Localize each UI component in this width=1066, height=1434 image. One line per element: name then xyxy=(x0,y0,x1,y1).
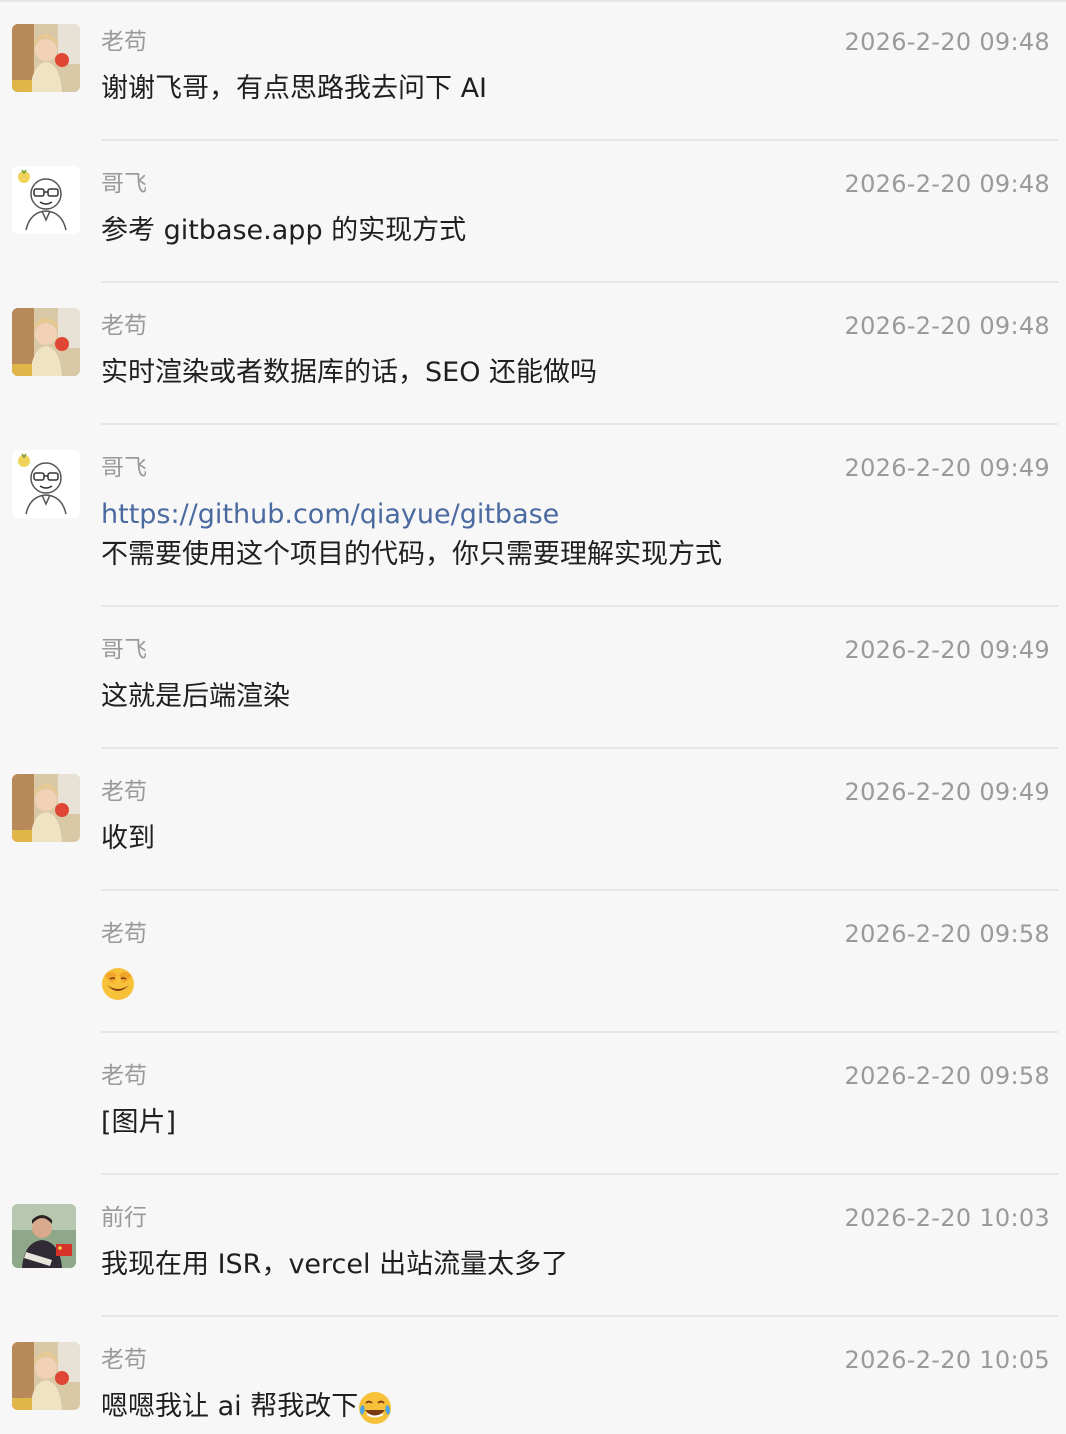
message-row: 前行 2026-2-20 10:03 我现在用 ISR，vercel 出站流量太… xyxy=(0,1176,1066,1316)
sender-name: 老苟 xyxy=(101,1347,147,1373)
divider xyxy=(101,281,1058,283)
message-time: 2026-2-20 09:49 xyxy=(844,778,1050,806)
sender-name: 哥飞 xyxy=(101,455,147,481)
message-text[interactable]: 收到 xyxy=(101,819,155,859)
message-time: 2026-2-20 10:03 xyxy=(844,1204,1050,1232)
message-image-placeholder[interactable]: [图片] xyxy=(101,1103,176,1143)
message-row: 哥飞 2026-2-20 09:49 这就是后端渲染 xyxy=(0,608,1066,748)
sender-name: 前行 xyxy=(101,1205,147,1231)
sender-name: 老苟 xyxy=(101,313,147,339)
girl-avatar[interactable] xyxy=(12,1342,80,1410)
message-link[interactable]: https://github.com/qiayue/gitbase xyxy=(101,495,559,535)
message-row: 老苟 2026-2-20 09:58 [图片] xyxy=(0,1034,1066,1174)
girl-avatar[interactable] xyxy=(12,774,80,842)
message-row: 老苟 2026-2-20 09:48 实时渲染或者数据库的话，SEO 还能做吗 xyxy=(0,284,1066,424)
cartoon-man-avatar[interactable] xyxy=(12,166,80,234)
face-palm-laugh-emoji xyxy=(102,967,134,1000)
message-text[interactable]: 实时渲染或者数据库的话，SEO 还能做吗 xyxy=(101,353,597,393)
message-time: 2026-2-20 09:58 xyxy=(844,920,1050,948)
girl-avatar[interactable] xyxy=(12,24,80,92)
message-row: 哥飞 2026-2-20 09:48 参考 gitbase.app 的实现方式 xyxy=(0,142,1066,282)
message-text[interactable]: 谢谢飞哥，有点思路我去问下 AI xyxy=(101,69,487,109)
message-text-row[interactable]: 嗯嗯我让 ai 帮我改下 xyxy=(101,1387,392,1427)
sender-name: 老苟 xyxy=(101,1063,147,1089)
divider xyxy=(101,1031,1058,1033)
message-time: 2026-2-20 09:49 xyxy=(844,636,1050,664)
divider xyxy=(101,747,1058,749)
message-row: 老苟 2026-2-20 09:49 收到 xyxy=(0,750,1066,890)
divider xyxy=(101,139,1058,141)
girl-avatar[interactable] xyxy=(12,308,80,376)
sender-name: 老苟 xyxy=(101,779,147,805)
sender-name: 哥飞 xyxy=(101,171,147,197)
message-time: 2026-2-20 10:05 xyxy=(844,1346,1050,1374)
message-row: 老苟 2026-2-20 09:48 谢谢飞哥，有点思路我去问下 AI xyxy=(0,0,1066,140)
divider xyxy=(101,605,1058,607)
message-time: 2026-2-20 09:58 xyxy=(844,1062,1050,1090)
sender-name: 老苟 xyxy=(101,921,147,947)
tears-of-joy-emoji xyxy=(359,1391,392,1424)
message-time: 2026-2-20 09:49 xyxy=(844,454,1050,482)
message-row: 哥飞 2026-2-20 09:49 https://github.com/qi… xyxy=(0,426,1066,606)
message-text[interactable]: 不需要使用这个项目的代码，你只需要理解实现方式 xyxy=(101,535,722,575)
message-row: 老苟 2026-2-20 09:58 xyxy=(0,892,1066,1032)
cartoon-man-avatar[interactable] xyxy=(12,450,80,518)
message-time: 2026-2-20 09:48 xyxy=(844,312,1050,340)
message-time: 2026-2-20 09:48 xyxy=(844,170,1050,198)
message-text[interactable]: 我现在用 ISR，vercel 出站流量太多了 xyxy=(101,1245,568,1285)
divider xyxy=(101,889,1058,891)
message-text[interactable]: 这就是后端渲染 xyxy=(101,677,290,717)
sender-name: 老苟 xyxy=(101,29,147,55)
message-text[interactable]: 参考 gitbase.app 的实现方式 xyxy=(101,211,466,251)
divider xyxy=(101,1173,1058,1175)
message-row: 老苟 2026-2-20 10:05 嗯嗯我让 ai 帮我改下 xyxy=(0,1318,1066,1434)
sender-name: 哥飞 xyxy=(101,637,147,663)
message-time: 2026-2-20 09:48 xyxy=(844,28,1050,56)
divider xyxy=(101,1315,1058,1317)
message-text: 嗯嗯我让 ai 帮我改下 xyxy=(101,1391,359,1422)
message-emoji[interactable] xyxy=(101,963,135,1003)
man-photo-avatar[interactable] xyxy=(12,1204,76,1268)
divider xyxy=(101,423,1058,425)
